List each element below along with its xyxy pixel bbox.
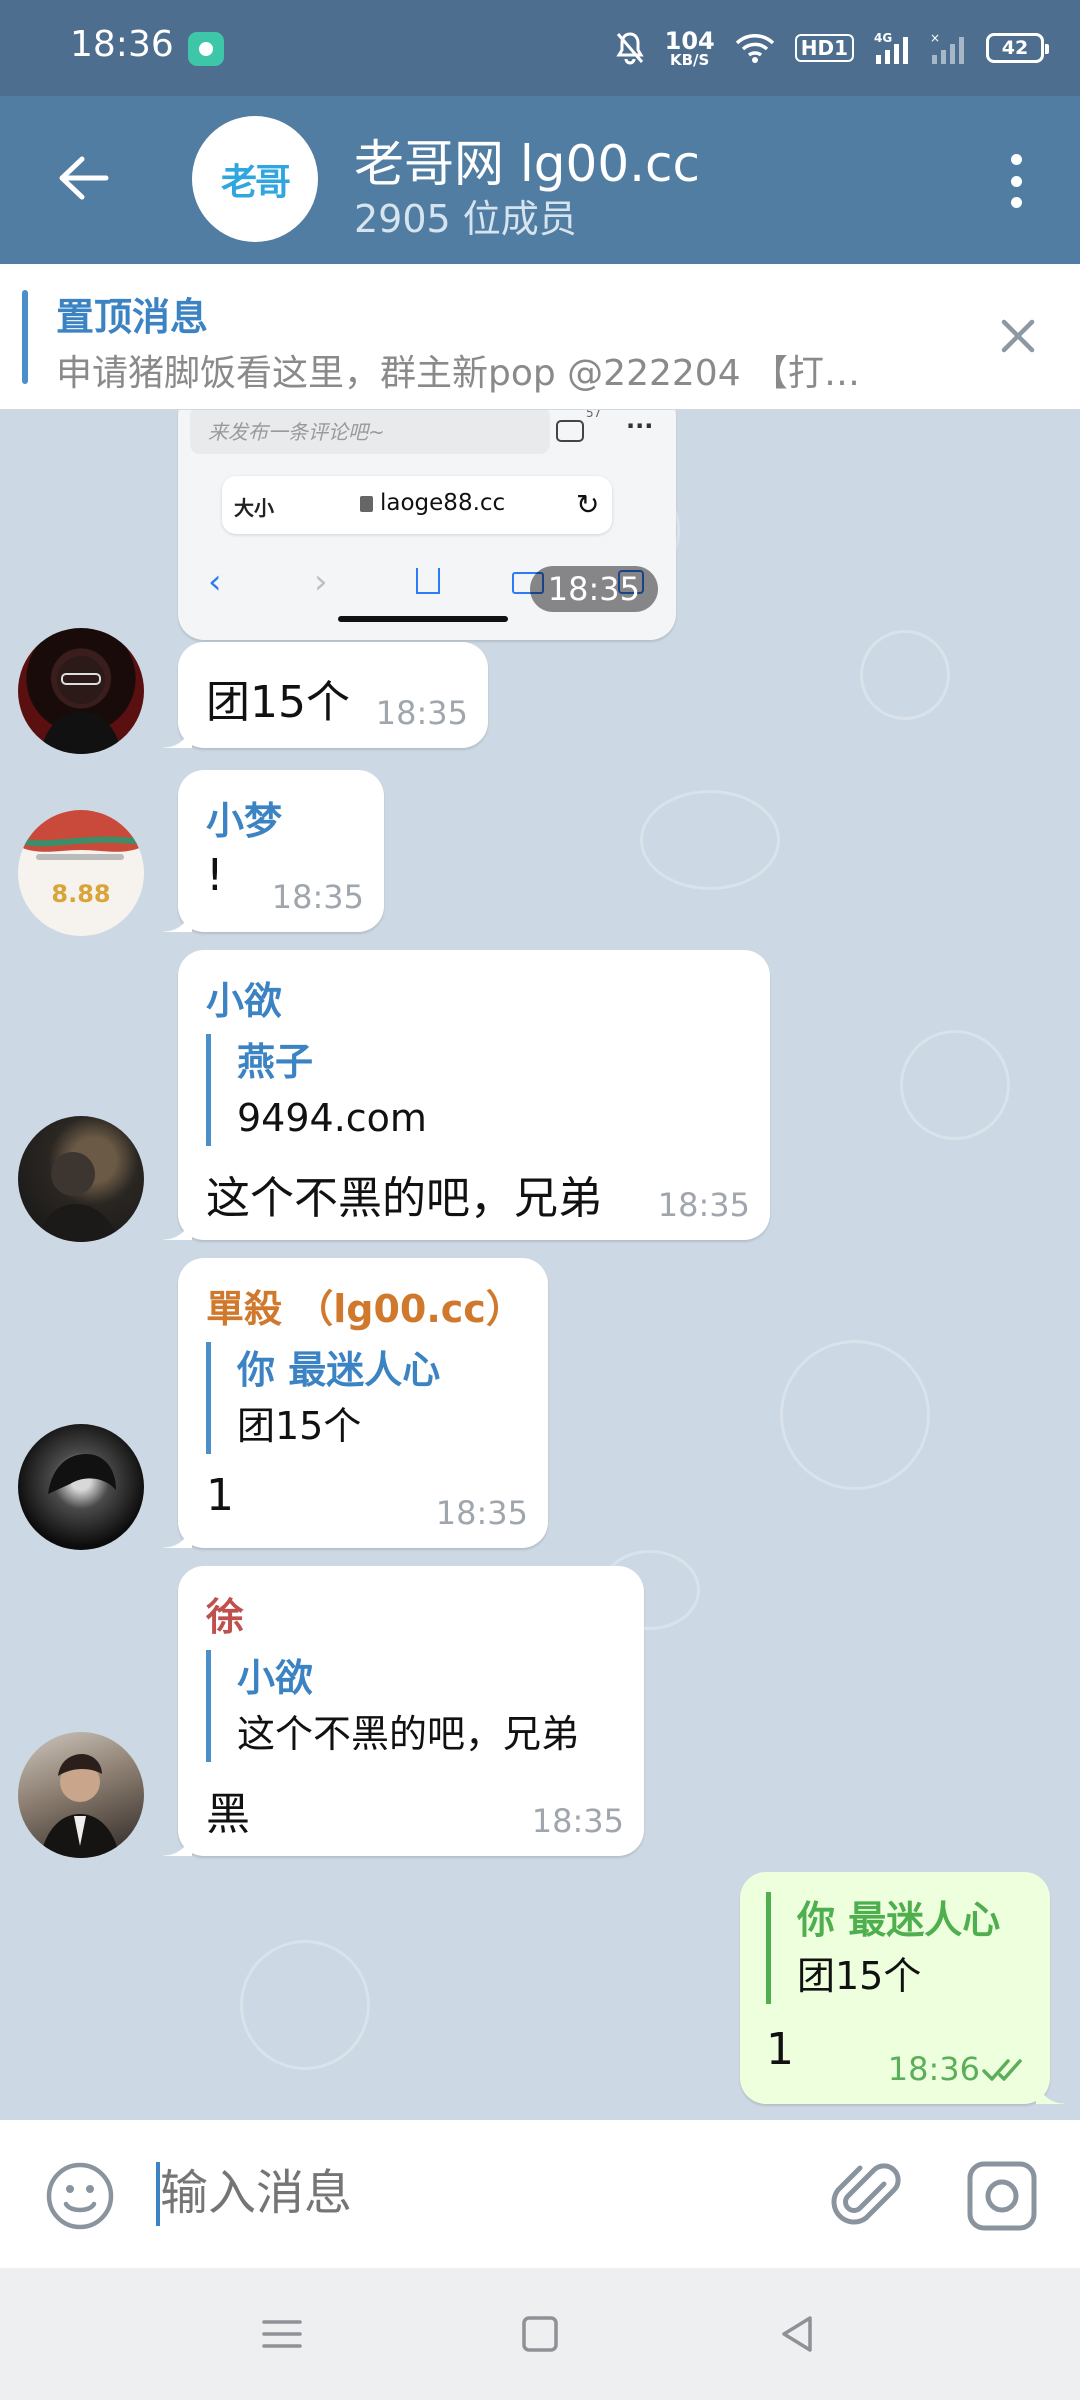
message-bubble[interactable]: 徐 小欲 这个不黑的吧，兄弟 黑 18:35 [164, 1566, 644, 1856]
net-speed-unit: KB/S [670, 50, 710, 69]
back-icon[interactable] [766, 2302, 830, 2366]
message-time: 18:35 [271, 878, 364, 916]
home-icon[interactable] [508, 2302, 572, 2366]
hd-badge: HD1 [794, 34, 854, 62]
image-message[interactable]: 来发布一条评论吧~ 57 ··· 大小 laoge88.cc ↻ ‹ › 18:… [178, 410, 676, 640]
message-bubble[interactable]: 小欲 燕子 9494.com 这个不黑的吧，兄弟 18:35 [164, 950, 770, 1240]
avatar[interactable] [18, 1424, 144, 1550]
message-text: 团15个 [206, 677, 350, 728]
preview-comment-icon [556, 420, 584, 442]
message-time: 18:36 [887, 2050, 980, 2088]
chat-header: 老哥 老哥网 lg00.cc 2905 位成员 [0, 96, 1080, 264]
preview-back-icon: ‹ [208, 562, 222, 602]
quote-text: 团15个 [237, 1404, 362, 1448]
back-button[interactable] [44, 138, 124, 218]
message-bubble[interactable]: 單殺 （lg00.cc） 你 最迷人心 团15个 1 18:35 [164, 1258, 548, 1548]
signal-icon: 4G [874, 31, 910, 65]
group-avatar[interactable]: 老哥 [192, 116, 318, 242]
quote-text: 这个不黑的吧，兄弟 [237, 1712, 580, 1756]
pinned-indicator [22, 290, 28, 384]
svg-text:×: × [930, 31, 940, 45]
double-check-icon [982, 2059, 1022, 2081]
pinned-text: 申请猪脚饭看这里，群主新pop @222204 【打… [56, 353, 861, 394]
sender-name[interactable]: 單殺 （lg00.cc） [206, 1278, 524, 1333]
group-title[interactable]: 老哥网 lg00.cc [354, 124, 700, 196]
reply-quote[interactable]: 小欲 这个不黑的吧，兄弟 [206, 1650, 579, 1762]
message-time: 18:35 [531, 1802, 624, 1840]
outgoing-message-bubble[interactable]: 你 最迷人心 团15个 1 18:36 [740, 1872, 1064, 2104]
preview-more-icon: ··· [626, 412, 654, 440]
menu-icon[interactable] [250, 2302, 314, 2366]
net-speed: 104 KB/S [665, 29, 715, 68]
preview-share-icon [416, 568, 440, 594]
message-time: 18:35 [435, 1494, 528, 1532]
message-time: 18:35 [375, 694, 468, 732]
pinned-label: 置顶消息 [56, 295, 209, 339]
system-nav-bar [0, 2268, 1080, 2400]
message-text: 1 [206, 1470, 234, 1521]
avatar[interactable] [18, 1732, 144, 1858]
close-icon[interactable] [990, 308, 1046, 364]
emoji-icon[interactable] [44, 2160, 116, 2232]
notification-app-icon [188, 32, 224, 66]
mute-icon [615, 31, 645, 65]
preview-url: laoge88.cc [380, 490, 506, 516]
quote-sender: 小欲 [237, 1656, 314, 1700]
quote-sender: 你 最迷人心 [237, 1348, 441, 1392]
message-input-bar [0, 2120, 1080, 2268]
avatar[interactable] [18, 628, 144, 754]
wifi-icon [735, 32, 775, 64]
reply-quote[interactable]: 你 最迷人心 团15个 [206, 1342, 440, 1454]
status-bar: 18:36 104 KB/S HD1 4G × 42 [0, 0, 1080, 96]
quote-text: 团15个 [797, 1954, 922, 1998]
avatar[interactable]: 8.88 [18, 810, 144, 936]
member-count: 2905 位成员 [354, 197, 577, 241]
reply-quote[interactable]: 燕子 9494.com [206, 1034, 427, 1146]
battery-icon: 42 [986, 33, 1049, 63]
message-text: 这个不黑的吧，兄弟 [206, 1173, 602, 1224]
message-text: 1 [766, 2024, 794, 2075]
attach-icon[interactable] [830, 2156, 902, 2236]
more-options-button[interactable] [996, 146, 1036, 216]
svg-text:4G: 4G [874, 31, 892, 45]
preview-comment-placeholder: 来发布一条评论吧~ [208, 420, 385, 444]
quote-text: 9494.com [237, 1096, 427, 1140]
message-bubble[interactable]: 团15个 18:35 [164, 642, 488, 748]
sender-name[interactable]: 小欲 [206, 970, 282, 1025]
message-input[interactable] [160, 2158, 760, 2228]
status-time: 18:36 [70, 24, 174, 65]
preview-home-indicator [338, 616, 508, 622]
preview-comment-count: 57 [586, 410, 602, 420]
camera-icon[interactable] [966, 2160, 1038, 2232]
avatar-amount: 8.88 [51, 880, 110, 908]
group-avatar-text: 老哥 [220, 161, 291, 203]
message-bubble[interactable]: 小梦 ! 18:35 [164, 770, 384, 932]
net-speed-value: 104 [664, 26, 715, 55]
preview-reload-icon: ↻ [576, 488, 600, 521]
avatar[interactable] [18, 1116, 144, 1242]
preview-lock-icon [360, 496, 373, 512]
preview-forward-icon: › [314, 562, 328, 602]
back-arrow-icon [59, 156, 109, 200]
pinned-message[interactable]: 置顶消息 申请猪脚饭看这里，群主新pop @222204 【打… [0, 264, 1080, 410]
more-vert-icon [1010, 154, 1022, 165]
preview-time: 18:35 [529, 566, 658, 612]
quote-sender: 你 最迷人心 [797, 1898, 1001, 1942]
message-text: 黑 [206, 1789, 250, 1840]
message-time: 18:35 [657, 1186, 750, 1224]
signal-2-icon: × [930, 31, 966, 65]
chat-area[interactable]: 来发布一条评论吧~ 57 ··· 大小 laoge88.cc ↻ ‹ › 18:… [0, 410, 1080, 2120]
sender-name[interactable]: 小梦 [206, 790, 282, 845]
sender-name[interactable]: 徐 [206, 1586, 244, 1641]
preview-text-size: 大小 [234, 496, 274, 520]
message-text: ! [206, 850, 224, 901]
quote-sender: 燕子 [237, 1040, 314, 1084]
reply-quote[interactable]: 你 最迷人心 团15个 [766, 1892, 1000, 2004]
status-icons: 104 KB/S HD1 4G × 42 [615, 22, 1049, 74]
